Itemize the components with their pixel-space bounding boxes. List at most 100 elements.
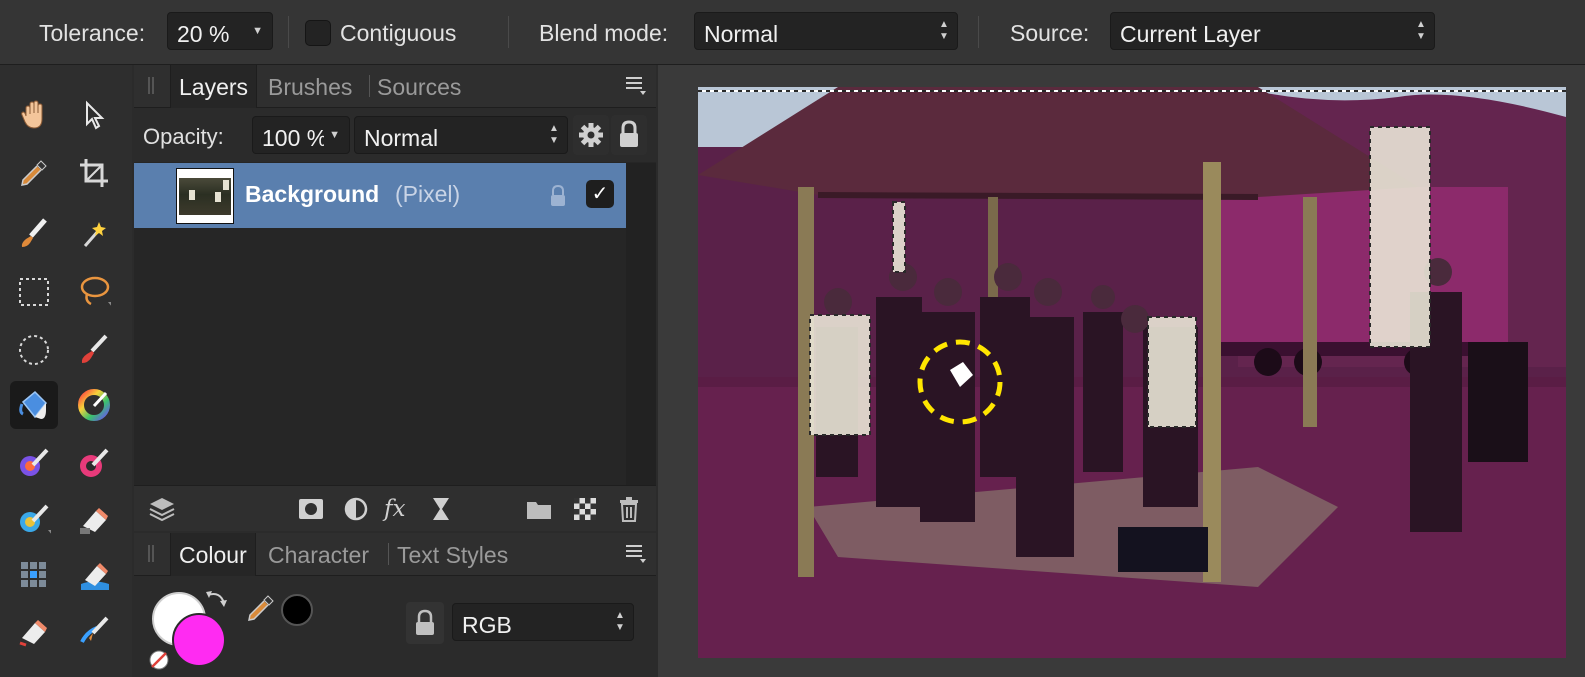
panel-grip[interactable]: [148, 77, 154, 94]
blend-mode-value: Normal: [704, 21, 779, 47]
selection-brush-icon: [21, 218, 47, 247]
smudge-tool[interactable]: [70, 607, 118, 655]
background-eraser-icon: [81, 563, 109, 590]
updown-arrows-icon: ▲ ▼: [939, 19, 949, 42]
panel-grip[interactable]: [148, 545, 154, 562]
layer-item-background[interactable]: Background (Pixel) ✓: [134, 163, 626, 228]
tab-layers[interactable]: Layers: [170, 65, 258, 108]
updown-arrows-icon: ▲ ▼: [1416, 19, 1426, 42]
flood-erase-tool[interactable]: [10, 607, 58, 655]
paint-brush-tool[interactable]: [70, 325, 118, 373]
mixer-brush-icon: [80, 448, 109, 477]
crop-icon: [80, 159, 108, 187]
opacity-label: Opacity:: [143, 124, 224, 149]
gear-icon: [579, 123, 603, 147]
rectangular-marquee-tool[interactable]: [10, 267, 58, 315]
live-filter-icon[interactable]: [427, 495, 455, 523]
tab-text-styles[interactable]: Text Styles: [389, 533, 516, 575]
color-brush-icon: [20, 448, 49, 476]
chevron-down-icon: ▼: [252, 25, 263, 37]
contiguous-label: Contiguous: [340, 20, 457, 46]
secondary-colour-swatch[interactable]: [172, 613, 226, 667]
separator: [288, 16, 289, 48]
fx-icon[interactable]: fx: [384, 495, 412, 523]
panel-menu-icon[interactable]: [626, 545, 646, 563]
lock-icon: [620, 120, 638, 147]
layer-options-row: Opacity: 100 % ▼ Normal ▲ ▼: [134, 108, 656, 162]
layer-settings-button[interactable]: [573, 115, 609, 155]
freehand-selection-tool[interactable]: [70, 267, 118, 315]
lock-icon[interactable]: [548, 184, 568, 208]
color-picker-tool[interactable]: [10, 149, 58, 197]
selection-brush-tool[interactable]: [10, 209, 58, 257]
view-tool[interactable]: [10, 91, 58, 139]
tab-brushes[interactable]: Brushes: [260, 65, 360, 107]
flood-eraser-icon: [19, 620, 47, 647]
tolerance-dropdown[interactable]: 20 % ▼: [167, 12, 273, 50]
tolerance-value: 20 %: [177, 21, 230, 47]
tab-sources[interactable]: Sources: [369, 65, 469, 107]
canvas-area[interactable]: [658, 65, 1585, 677]
crop-tool[interactable]: [70, 149, 118, 197]
paintbrush-icon: [81, 334, 108, 363]
updown-arrows-icon: ▲ ▼: [615, 610, 625, 633]
layer-blend-value: Normal: [364, 125, 439, 151]
erase-tool[interactable]: [70, 495, 118, 543]
layer-type: (Pixel): [395, 181, 461, 207]
pointer-icon: [86, 100, 105, 130]
lock-icon: [416, 609, 434, 635]
trash-icon[interactable]: [615, 495, 643, 523]
blend-mode-label: Blend mode:: [539, 20, 669, 46]
layer-visibility-checkbox[interactable]: ✓: [586, 180, 614, 208]
separator: [508, 16, 509, 48]
tab-colour[interactable]: Colour: [170, 533, 256, 576]
layers-icon[interactable]: [148, 495, 176, 523]
folder-icon[interactable]: [525, 495, 553, 523]
hand-icon: [21, 100, 43, 129]
contiguous-checkbox[interactable]: [305, 20, 331, 46]
blend-mode-select[interactable]: Normal ▲ ▼: [694, 12, 958, 50]
checker-icon[interactable]: [571, 495, 599, 523]
pixel-tool[interactable]: [10, 439, 58, 487]
elliptical-marquee-tool[interactable]: [10, 325, 58, 373]
source-select[interactable]: Current Layer ▲ ▼: [1110, 12, 1435, 50]
source-label: Source:: [1010, 20, 1090, 46]
flood-fill-tool[interactable]: [10, 381, 58, 429]
source-value: Current Layer: [1120, 21, 1261, 47]
ellipse-marquee-icon: [19, 335, 49, 365]
rect-marquee-icon: [19, 278, 49, 306]
background-erase-tool[interactable]: [70, 551, 118, 599]
tab-character[interactable]: Character: [260, 533, 377, 575]
panel-menu-icon[interactable]: [626, 77, 646, 95]
move-tool[interactable]: [70, 91, 118, 139]
colour-panel: Colour Character Text Styles RGB ▲ ▼: [134, 533, 656, 677]
layers-scrollbar[interactable]: [626, 163, 656, 485]
swap-colors-icon[interactable]: [202, 587, 230, 615]
eyedropper-icon[interactable]: [244, 591, 278, 625]
document-canvas[interactable]: [698, 87, 1566, 658]
context-toolbar: Tolerance: 20 % ▼ Contiguous Blend mode:…: [0, 0, 1585, 65]
tolerance-label: Tolerance:: [39, 20, 146, 46]
colour-lock-button[interactable]: [406, 602, 444, 644]
no-color-icon[interactable]: [148, 649, 170, 671]
smudge-icon: [80, 616, 109, 643]
gradient-tool[interactable]: [70, 381, 118, 429]
grid-tool[interactable]: [10, 551, 58, 599]
eyedropper-icon: [21, 160, 47, 186]
colour-mode-select[interactable]: RGB ▲ ▼: [452, 603, 634, 641]
color-replacement-tool[interactable]: [10, 495, 58, 543]
layers-panel-tabs: Layers Brushes Sources: [134, 65, 656, 108]
colour-panel-tabs: Colour Character Text Styles: [134, 533, 656, 576]
flood-select-tool[interactable]: [70, 209, 118, 257]
layers-footer: fx: [134, 485, 656, 531]
opacity-dropdown[interactable]: 100 % ▼: [252, 116, 350, 154]
adjustment-icon[interactable]: [342, 495, 370, 523]
lock-layer-button[interactable]: [611, 115, 647, 155]
picked-colour-swatch[interactable]: [281, 594, 313, 626]
layer-blend-select[interactable]: Normal ▲ ▼: [354, 116, 568, 154]
separator: [978, 16, 979, 48]
replace-brush-icon: [20, 504, 51, 534]
photo-image[interactable]: [698, 87, 1566, 658]
paint-mixer-tool[interactable]: [70, 439, 118, 487]
mask-icon[interactable]: [297, 495, 325, 523]
